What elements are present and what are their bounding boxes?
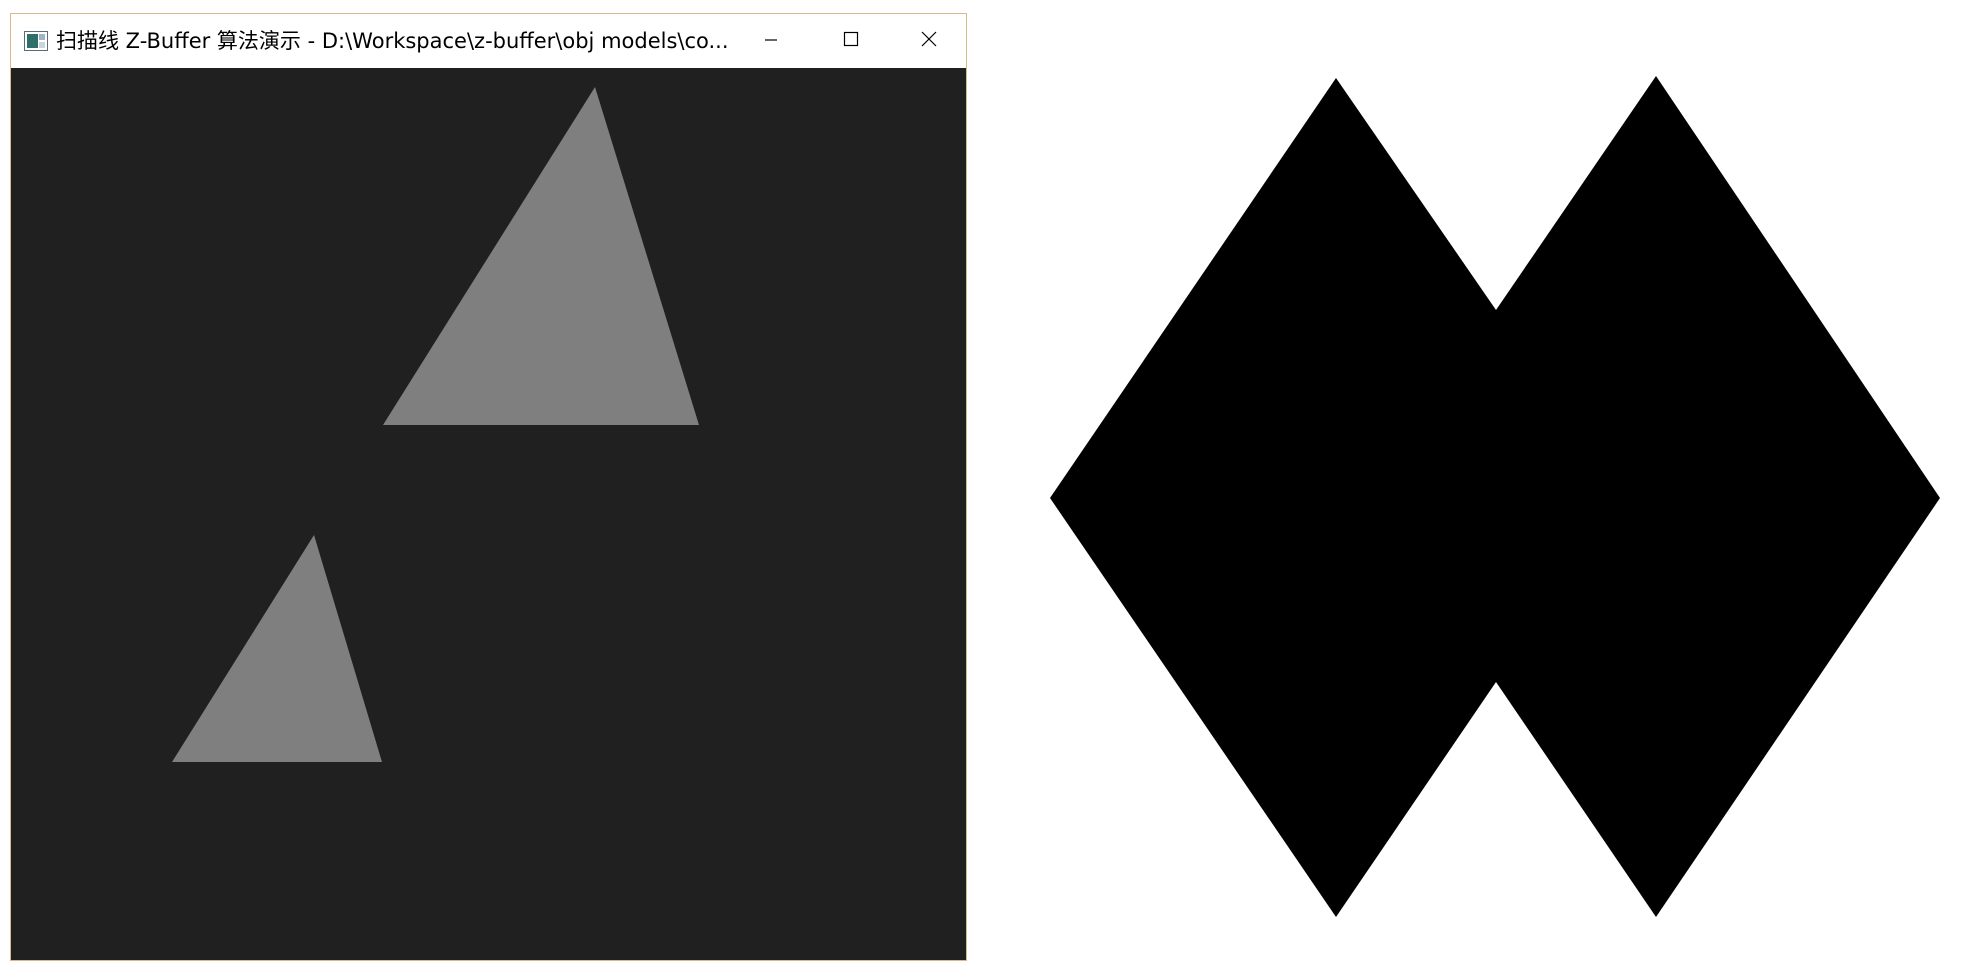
- title-bar[interactable]: 扫描线 Z-Buffer 算法演示 - D:\Workspace\z-buffe…: [11, 14, 966, 68]
- render-canvas[interactable]: [11, 68, 966, 960]
- window-title: 扫描线 Z-Buffer 算法演示 - D:\Workspace\z-buffe…: [56, 29, 729, 53]
- maximize-icon: [843, 31, 859, 51]
- close-icon: [921, 31, 937, 51]
- diamond-pair-shape: [1050, 76, 1940, 917]
- close-button[interactable]: [889, 14, 969, 68]
- diamond-pair-figure: [1040, 60, 1960, 920]
- minimize-icon: [764, 32, 778, 51]
- app-icon: [24, 31, 48, 51]
- app-window: 扫描线 Z-Buffer 算法演示 - D:\Workspace\z-buffe…: [10, 13, 967, 961]
- lower-triangle: [172, 535, 382, 762]
- upper-triangle: [383, 87, 699, 425]
- maximize-button[interactable]: [811, 14, 891, 68]
- minimize-button[interactable]: [731, 14, 811, 68]
